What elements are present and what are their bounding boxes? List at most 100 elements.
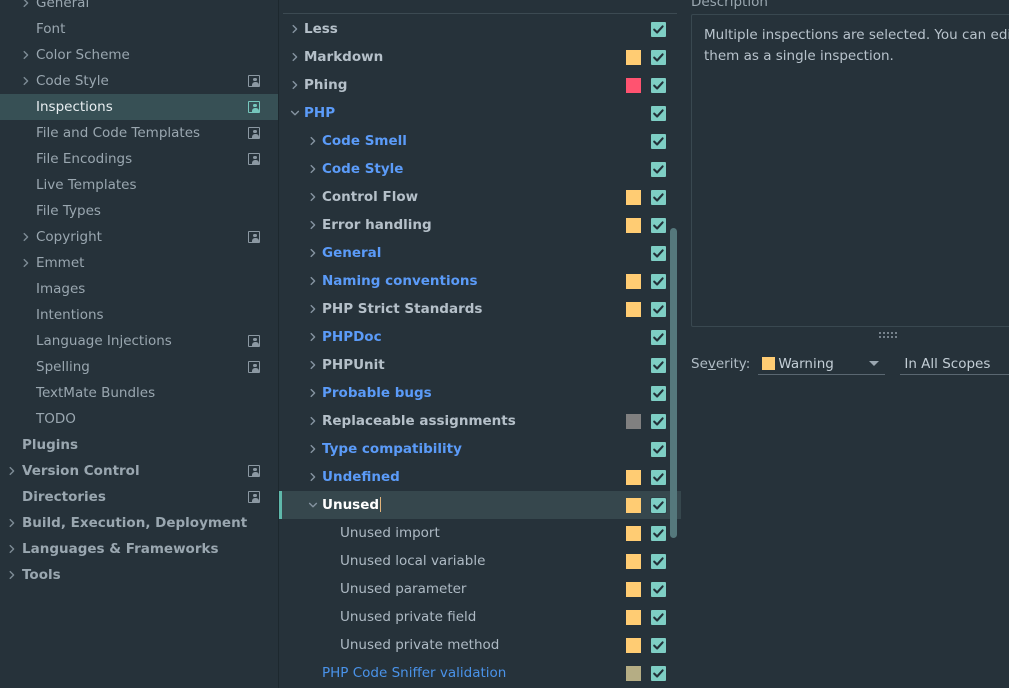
- enable-inspection-checkbox[interactable]: [651, 553, 666, 569]
- enable-inspection-checkbox[interactable]: [651, 665, 666, 681]
- sidebar-item-images[interactable]: Images: [0, 276, 278, 302]
- tree-row[interactable]: PHP Strict Standards: [279, 295, 681, 323]
- sidebar-item-emmet[interactable]: Emmet: [0, 250, 278, 276]
- enable-inspection-checkbox[interactable]: [651, 245, 666, 261]
- chevron-right-icon[interactable]: [306, 442, 320, 456]
- sidebar-item-textmate-bundles[interactable]: TextMate Bundles: [0, 380, 278, 406]
- enable-inspection-checkbox[interactable]: [651, 77, 666, 93]
- enable-inspection-checkbox[interactable]: [651, 581, 666, 597]
- tree-row[interactable]: Naming conventions: [279, 267, 681, 295]
- severity-swatch-warning[interactable]: [626, 469, 641, 485]
- chevron-right-icon[interactable]: [6, 517, 18, 529]
- tree-row[interactable]: Unused import: [279, 519, 681, 547]
- sidebar-item-version-control[interactable]: Version Control: [0, 458, 278, 484]
- sidebar-item-file-encodings[interactable]: File Encodings: [0, 146, 278, 172]
- tree-row[interactable]: PHP Code Sniffer validation: [279, 659, 681, 687]
- enable-inspection-checkbox[interactable]: [651, 609, 666, 625]
- chevron-right-icon[interactable]: [20, 75, 32, 87]
- tree-scrollbar-track[interactable]: [667, 15, 679, 688]
- enable-inspection-checkbox[interactable]: [651, 217, 666, 233]
- severity-swatch-error[interactable]: [626, 77, 641, 93]
- tree-row[interactable]: Replaceable assignments: [279, 407, 681, 435]
- severity-swatch-warning[interactable]: [626, 301, 641, 317]
- tree-row[interactable]: Unused parameter: [279, 575, 681, 603]
- tree-row[interactable]: PHP: [279, 99, 681, 127]
- sidebar-item-inspections[interactable]: Inspections: [0, 94, 278, 120]
- tree-row[interactable]: Unused private method: [279, 631, 681, 659]
- tree-scrollbar-thumb[interactable]: [670, 228, 677, 538]
- enable-inspection-checkbox[interactable]: [651, 525, 666, 541]
- chevron-right-icon[interactable]: [306, 470, 320, 484]
- chevron-right-icon[interactable]: [20, 257, 32, 269]
- sidebar-item-language-injections[interactable]: Language Injections: [0, 328, 278, 354]
- enable-inspection-checkbox[interactable]: [651, 385, 666, 401]
- sidebar-item-general[interactable]: General: [0, 0, 278, 16]
- chevron-down-icon[interactable]: [306, 498, 320, 512]
- chevron-right-icon[interactable]: [306, 330, 320, 344]
- chevron-right-icon[interactable]: [20, 0, 32, 9]
- chevron-right-icon[interactable]: [6, 569, 18, 581]
- panel-resize-grip[interactable]: [879, 332, 905, 339]
- sidebar-item-live-templates[interactable]: Live Templates: [0, 172, 278, 198]
- sidebar-item-file-and-code-templates[interactable]: File and Code Templates: [0, 120, 278, 146]
- enable-inspection-checkbox[interactable]: [651, 133, 666, 149]
- tree-row[interactable]: Code Smell: [279, 127, 681, 155]
- severity-swatch-grayed[interactable]: [626, 413, 641, 429]
- tree-row[interactable]: Unused local variable: [279, 547, 681, 575]
- chevron-right-icon[interactable]: [306, 190, 320, 204]
- enable-inspection-checkbox[interactable]: [651, 441, 666, 457]
- enable-inspection-checkbox[interactable]: [651, 189, 666, 205]
- scope-dropdown[interactable]: In All Scopes: [900, 353, 1009, 375]
- sidebar-item-intentions[interactable]: Intentions: [0, 302, 278, 328]
- tree-row[interactable]: Type compatibility: [279, 435, 681, 463]
- severity-swatch-warning[interactable]: [626, 581, 641, 597]
- chevron-right-icon[interactable]: [306, 358, 320, 372]
- enable-inspection-checkbox[interactable]: [651, 329, 666, 345]
- chevron-right-icon[interactable]: [306, 274, 320, 288]
- sidebar-item-spelling[interactable]: Spelling: [0, 354, 278, 380]
- enable-inspection-checkbox[interactable]: [651, 21, 666, 37]
- tree-row[interactable]: Less: [279, 15, 681, 43]
- tree-row[interactable]: General: [279, 239, 681, 267]
- chevron-right-icon[interactable]: [306, 246, 320, 260]
- sidebar-item-languages-frameworks[interactable]: Languages & Frameworks: [0, 536, 278, 562]
- severity-swatch-warning[interactable]: [626, 497, 641, 513]
- chevron-right-icon[interactable]: [288, 78, 302, 92]
- tree-row[interactable]: Unused private field: [279, 603, 681, 631]
- inspections-tree-panel[interactable]: Less Markdown Phing PHP Code Smell Code Style…: [279, 0, 681, 688]
- chevron-right-icon[interactable]: [306, 302, 320, 316]
- tree-row[interactable]: PHPUnit: [279, 351, 681, 379]
- severity-swatch-warning[interactable]: [626, 189, 641, 205]
- enable-inspection-checkbox[interactable]: [651, 301, 666, 317]
- enable-inspection-checkbox[interactable]: [651, 273, 666, 289]
- chevron-right-icon[interactable]: [288, 50, 302, 64]
- enable-inspection-checkbox[interactable]: [651, 161, 666, 177]
- chevron-right-icon[interactable]: [306, 134, 320, 148]
- sidebar-item-todo[interactable]: TODO: [0, 406, 278, 432]
- sidebar-item-directories[interactable]: Directories: [0, 484, 278, 510]
- chevron-right-icon[interactable]: [306, 414, 320, 428]
- tree-row[interactable]: Markdown: [279, 43, 681, 71]
- chevron-right-icon[interactable]: [20, 49, 32, 61]
- sidebar-item-color-scheme[interactable]: Color Scheme: [0, 42, 278, 68]
- severity-swatch-warning[interactable]: [626, 637, 641, 653]
- severity-swatch-olive[interactable]: [626, 665, 641, 681]
- severity-swatch-warning[interactable]: [626, 273, 641, 289]
- chevron-right-icon[interactable]: [306, 386, 320, 400]
- tree-row[interactable]: Error handling: [279, 211, 681, 239]
- severity-dropdown[interactable]: Warning: [758, 353, 886, 375]
- sidebar-item-tools[interactable]: Tools: [0, 562, 278, 588]
- enable-inspection-checkbox[interactable]: [651, 637, 666, 653]
- tree-row[interactable]: Probable bugs: [279, 379, 681, 407]
- chevron-down-icon[interactable]: [288, 106, 302, 120]
- enable-inspection-checkbox[interactable]: [651, 469, 666, 485]
- chevron-right-icon[interactable]: [6, 543, 18, 555]
- chevron-right-icon[interactable]: [288, 22, 302, 36]
- severity-swatch-warning[interactable]: [626, 217, 641, 233]
- tree-row[interactable]: Phing: [279, 71, 681, 99]
- enable-inspection-checkbox[interactable]: [651, 49, 666, 65]
- settings-category-sidebar[interactable]: General Font Color Scheme Code Style Inspect…: [0, 0, 279, 688]
- sidebar-item-font[interactable]: Font: [0, 16, 278, 42]
- tree-row[interactable]: Undefined: [279, 463, 681, 491]
- tree-row[interactable]: Control Flow: [279, 183, 681, 211]
